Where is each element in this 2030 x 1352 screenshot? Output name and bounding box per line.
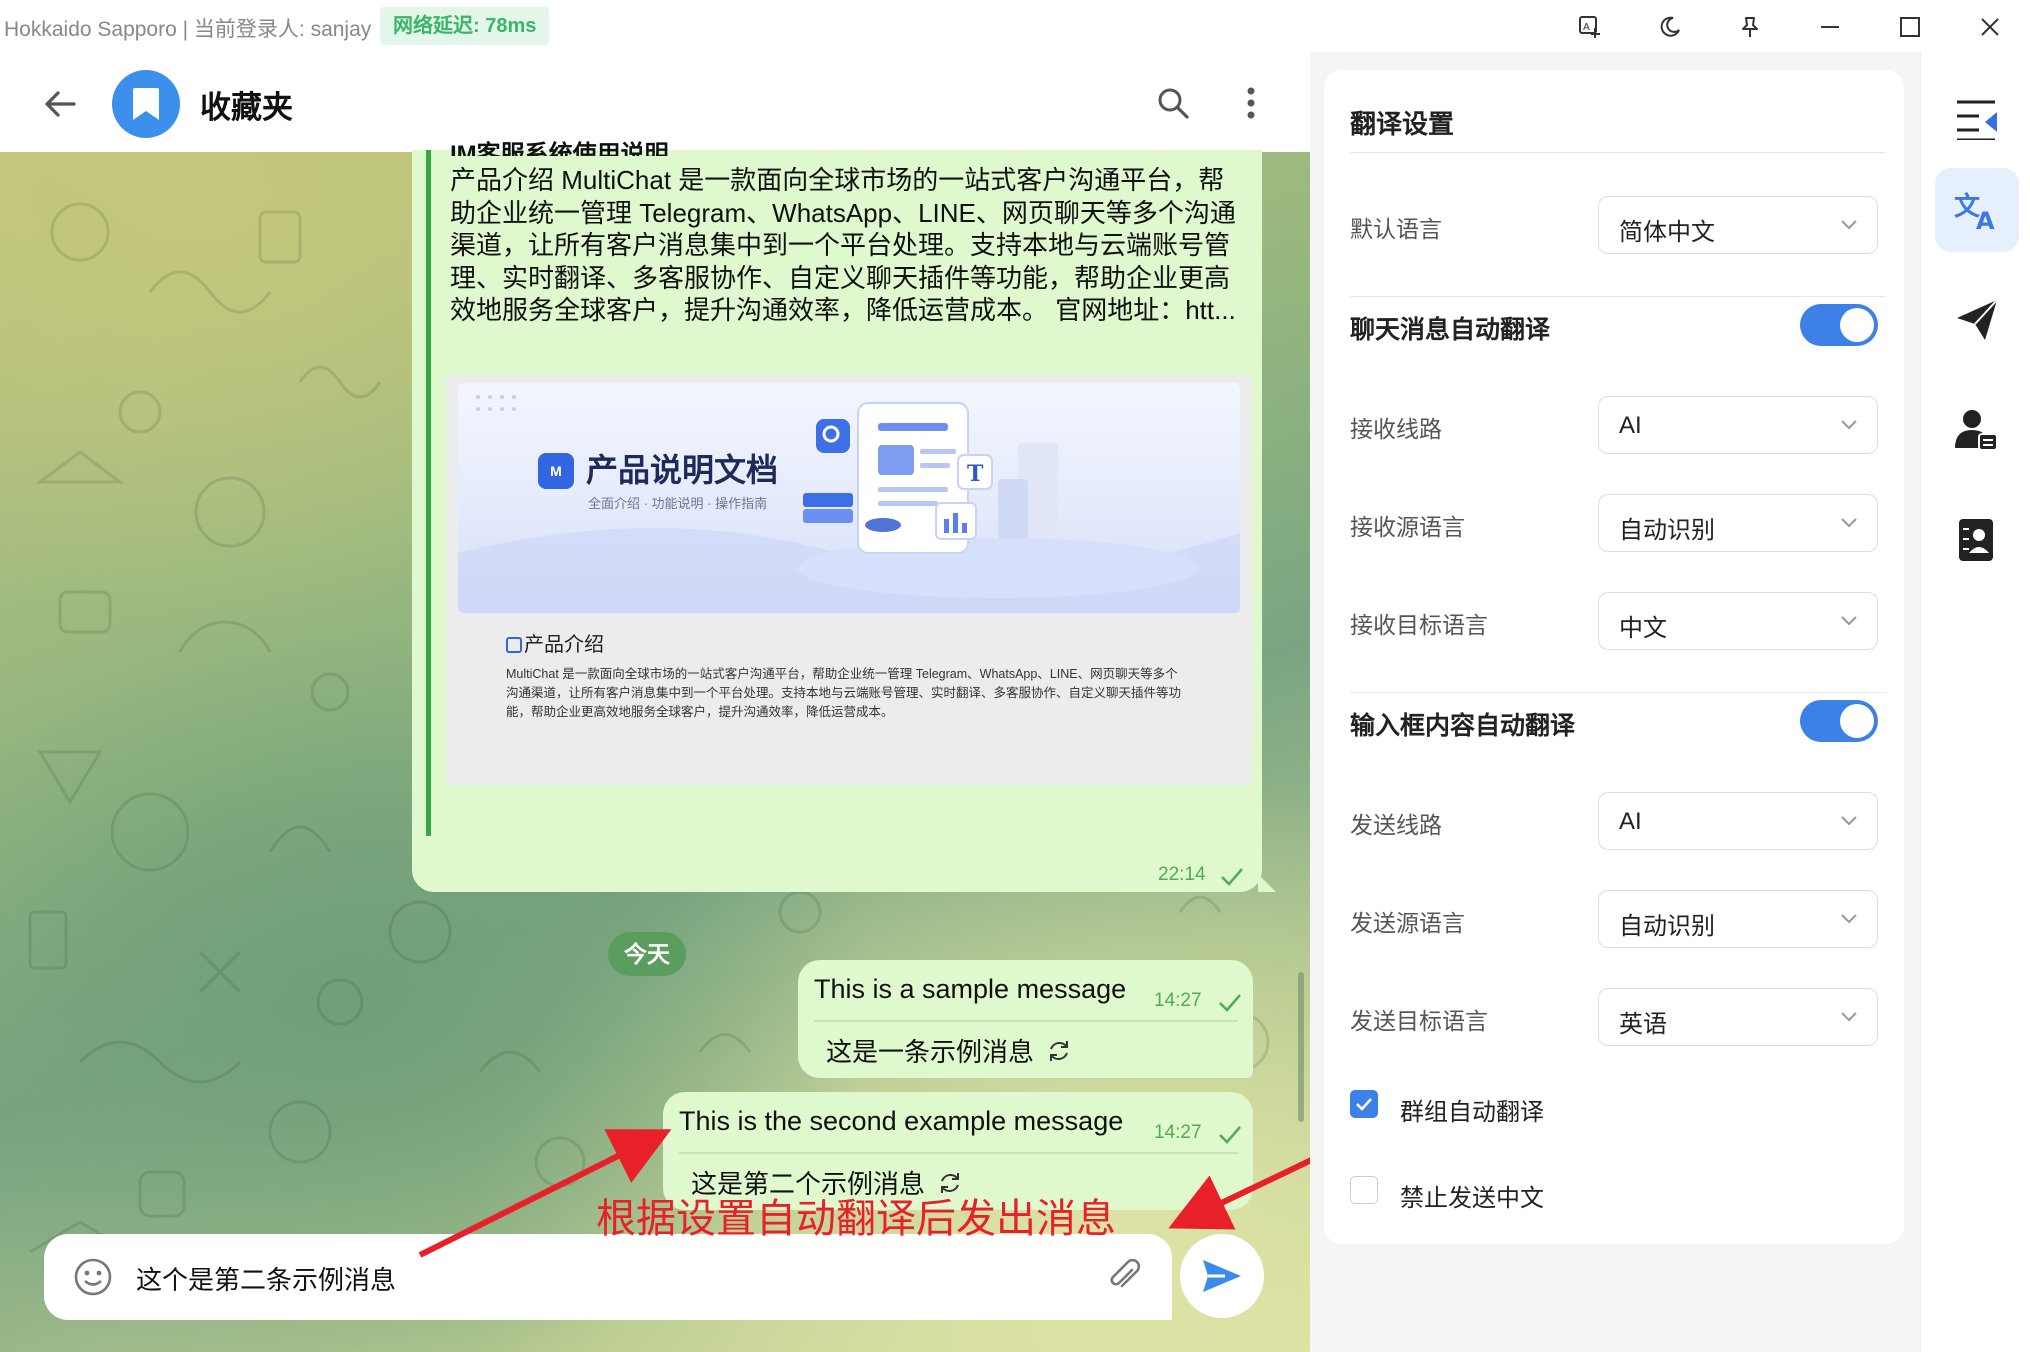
send-icon [1203,1260,1241,1292]
chevron-down-icon [1841,914,1857,924]
receive-route-label: 接收线路 [1350,416,1442,442]
default-language-select[interactable]: 简体中文 [1598,196,1878,254]
preview-text: 产品介绍 MultiChat 是一款面向全球市场的一站式客户沟通平台，帮助企业统… [450,165,1236,325]
sent-check-icon [1221,868,1243,886]
date-divider: 今天 [608,932,686,976]
collapse-panel-icon[interactable] [1935,76,2019,160]
panel-title: 翻译设置 [1350,109,1455,139]
send-target-select[interactable]: 英语 [1598,988,1878,1046]
send-plane-icon[interactable] [1935,278,2019,362]
title-bar: Hokkaido Sapporo | 当前登录人: sanjay 网络延迟: 7… [0,0,2030,52]
chevron-down-icon [1841,518,1857,528]
chevron-down-icon [1841,220,1857,230]
chat-scrollbar[interactable] [1298,972,1304,1122]
message-bubble[interactable]: This is a sample message 14:27 这是一条示例消息 [798,960,1253,1078]
maximize-icon[interactable] [1892,10,1928,44]
group-auto-translate-label: 群组自动翻译 [1400,1099,1544,1126]
document-description: MultiChat 是一款面向全球市场的一站式客户沟通平台，帮助企业统一管理 T… [506,667,1182,719]
message-time: 22:14 [1158,864,1206,885]
receive-source-label: 接收源语言 [1350,514,1465,540]
document-banner: T M 产品说明文档 全面介绍 · 功能说明 · 操作指南 [458,383,1240,613]
receive-route-select[interactable]: AI [1598,396,1878,454]
sent-check-icon [1219,1126,1241,1144]
message-input-bar[interactable]: 这个是第二条示例消息 [44,1234,1172,1320]
translate-icon[interactable]: 文A [1935,168,2019,252]
default-language-label: 默认语言 [1350,216,1442,242]
divider [1350,152,1886,153]
bubble-tail [1258,874,1276,892]
group-auto-translate-checkbox[interactable] [1350,1090,1378,1118]
message-time: 14:27 [1154,1122,1202,1143]
contact-book-icon[interactable] [1935,498,2019,582]
check-icon [1356,1098,1372,1111]
svg-text:A: A [1583,22,1590,33]
chat-auto-translate-label: 聊天消息自动翻译 [1350,316,1551,344]
document-subtitle: 全面介绍 · 功能说明 · 操作指南 [588,496,768,511]
send-source-label: 发送源语言 [1350,910,1465,936]
emoji-icon[interactable] [72,1256,114,1298]
translation-divider [814,1020,1238,1022]
send-target-label: 发送目标语言 [1350,1008,1488,1034]
attachment-icon[interactable] [1104,1256,1144,1296]
close-icon[interactable] [1972,10,2008,44]
preview-title: IM客服系统使用说明 [450,141,669,156]
document-section-title: 产品介绍 [506,628,604,657]
receive-source-select[interactable]: 自动识别 [1598,494,1878,552]
message-text: This is a sample message [814,974,1127,1004]
send-source-select[interactable]: 自动识别 [1598,890,1878,948]
right-sidebar: 文A [1920,52,2030,1352]
link-preview[interactable]: IM客服系统使用说明 产品介绍 MultiChat 是一款面向全球市场的一站式客… [426,141,1252,836]
window-title: Hokkaido Sapporo | 当前登录人: sanjay [4,18,372,41]
latency-badge: 网络延迟: 78ms [380,7,550,45]
more-vertical-icon[interactable] [1228,80,1274,126]
chat-title: 收藏夹 [200,90,293,125]
send-route-label: 发送线路 [1350,812,1442,838]
section-icon [506,637,522,653]
pin-icon[interactable] [1732,10,1768,44]
input-auto-translate-label: 输入框内容自动翻译 [1350,712,1576,740]
chat-auto-translate-toggle[interactable] [1800,304,1878,346]
translation-settings-panel: 翻译设置 默认语言 简体中文 聊天消息自动翻译 接收线路 AI 接收源语言 自动… [1324,70,1904,1244]
input-auto-translate-toggle[interactable] [1800,700,1878,742]
contact-card-icon[interactable] [1935,388,2019,472]
message-time: 14:27 [1154,990,1202,1011]
bookmark-icon [133,88,159,120]
divider [1350,692,1886,693]
moon-icon[interactable] [1652,10,1688,44]
message-translation: 这是一条示例消息 [826,1032,1072,1071]
document-thumbnail[interactable]: T M 产品说明文档 全面介绍 · 功能说明 · 操作指南 产品介绍 Multi… [446,375,1252,785]
document-logo: M [538,453,574,489]
document-title: 产品说明文档 [586,452,779,488]
chevron-down-icon [1841,616,1857,626]
svg-text:A: A [1976,207,1995,231]
refresh-translation-icon[interactable] [1046,1038,1072,1071]
receive-target-label: 接收目标语言 [1350,612,1488,638]
receive-target-select[interactable]: 中文 [1598,592,1878,650]
sent-check-icon [1219,994,1241,1012]
message-text: This is the second example message [679,1106,1124,1136]
chevron-down-icon [1841,1012,1857,1022]
svg-text:T: T [967,461,984,487]
send-button[interactable] [1180,1234,1264,1318]
send-route-select[interactable]: AI [1598,792,1878,850]
search-icon[interactable] [1150,80,1196,126]
back-arrow-icon[interactable] [38,82,82,126]
annotation-text: 根据设置自动翻译后发出消息 [596,1197,1116,1241]
translate-window-icon[interactable]: A [1572,10,1608,44]
block-chinese-checkbox[interactable] [1350,1176,1378,1204]
message-bubble-document[interactable]: IM客服系统使用说明 产品介绍 MultiChat 是一款面向全球市场的一站式客… [412,141,1276,892]
translation-divider [679,1152,1239,1154]
chevron-down-icon [1841,816,1857,826]
chevron-down-icon [1841,420,1857,430]
chat-area: 收藏夹 IM客服系统使用说明 产品介绍 MultiChat 是一款面向全球市场的… [0,52,1310,1352]
block-chinese-label: 禁止发送中文 [1400,1185,1544,1212]
message-input[interactable]: 这个是第二条示例消息 [136,1260,396,1297]
divider [1350,296,1886,297]
minimize-icon[interactable] [1812,10,1848,44]
avatar[interactable] [112,70,180,138]
